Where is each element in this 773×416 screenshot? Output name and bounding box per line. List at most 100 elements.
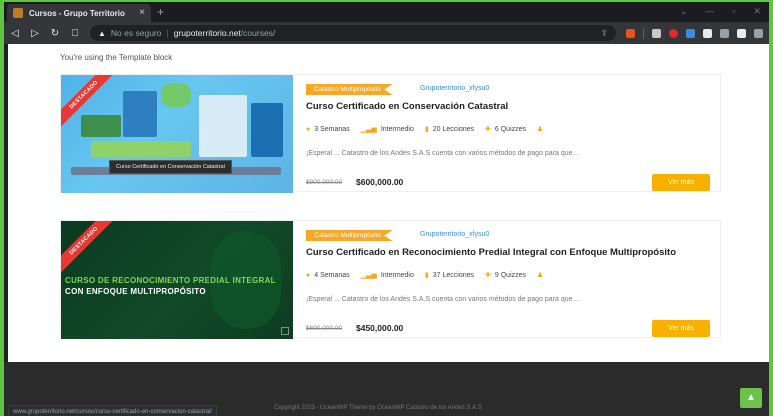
course-meta: ● 3 Semanas ▁▃▅ Intermedio ▮ 20 Lecciones ✚… (306, 125, 543, 134)
author-link[interactable]: Grupoterritorio_xfysu0 (420, 85, 489, 92)
city-illustration (199, 95, 247, 157)
puzzle-icon[interactable] (703, 28, 712, 38)
course-excerpt: ¡Esperal ... Catastro de los Andes S.A.S… (306, 150, 580, 157)
meta-lessons: ▮ 20 Lecciones (424, 125, 474, 134)
course-thumbnail[interactable]: DESTACADO ➤ Curso Certificado en Conserv… (61, 75, 293, 193)
course-info: Catastro Multipropósito Grupoterritorio_… (306, 221, 720, 339)
brave-shield-icon[interactable] (626, 28, 635, 38)
extension-icon[interactable] (652, 28, 661, 38)
url-path: /courses/ (240, 28, 276, 38)
course-meta: ● 4 Semanas ▁▃▅ Intermedio ▮ 37 Lecciones ✚… (306, 271, 543, 280)
city-illustration (81, 115, 121, 137)
page-content: You're using the Template block DESTACAD… (8, 44, 769, 362)
share-icon[interactable]: ⇪ (600, 28, 608, 39)
meta-students: ♟ (537, 125, 543, 133)
quizzes-value: 6 Quizzes (494, 125, 527, 133)
meta-lessons: ▮ 37 Lecciones (424, 271, 475, 280)
course-info: Catastro Multipropósito Grupoterritorio_… (306, 75, 720, 193)
level-bars-icon: ▁▃▅ (360, 272, 377, 279)
url-domain: grupoterritorio.net (173, 28, 241, 38)
level-bars-icon: ▁▃▅ (360, 126, 377, 133)
security-label: No es seguro (110, 28, 162, 38)
toolbar-divider (643, 27, 644, 39)
meta-duration: ● 4 Semanas (306, 272, 350, 279)
tab-strip: Cursos - Grupo Territorio × + ⌄ — ▫ ✕ (4, 2, 769, 22)
url-separator: | (166, 28, 169, 38)
tab-cursos[interactable]: Cursos - Grupo Territorio × (7, 4, 151, 22)
meta-quizzes: ✚ 6 Quizzes (485, 125, 527, 134)
tab-close-icon[interactable]: × (139, 8, 145, 18)
price-sale: $600,000.00 (356, 177, 404, 187)
course-excerpt: ¡Esperal ... Catastro de los Andes S.A.S… (306, 296, 580, 303)
city-illustration (251, 103, 283, 157)
promo-text: CURSO DE RECONOCIMIENTO PREDIAL INTEGRAL… (65, 275, 276, 297)
meta-quizzes: ✚ 9 Quizzes (485, 271, 527, 280)
course-title[interactable]: Curso Certificado en Conservación Catast… (306, 101, 508, 112)
watermark-icon (281, 327, 289, 335)
price-sale: $450,000.00 (356, 323, 404, 333)
new-tab-button[interactable]: + (157, 5, 164, 19)
restore-icon[interactable]: ▫ (732, 6, 735, 17)
promo-line: CURSO DE RECONOCIMIENTO PREDIAL INTEGRAL (65, 276, 276, 285)
clock-icon: ● (306, 125, 311, 133)
address-bar[interactable]: ▲ No es seguro | grupoterritorio.net/cou… (90, 25, 616, 41)
course-title[interactable]: Curso Certificado en Reconocimiento Pred… (306, 247, 676, 258)
template-note: You're using the Template block (60, 53, 173, 62)
quizzes-value: 9 Quizzes (494, 271, 527, 279)
city-illustration (161, 83, 191, 107)
back-icon[interactable]: ◁ (10, 28, 20, 39)
course-card: DESTACADO ➤ Curso Certificado en Conserv… (60, 74, 721, 193)
chevron-up-icon: ▲ (746, 392, 756, 403)
category-tag[interactable]: Catastro Multipropósito (306, 230, 393, 241)
level-value: Intermedio (380, 271, 414, 279)
meta-duration: ● 3 Semanas (306, 126, 350, 133)
lessons-value: 37 Lecciones (432, 271, 475, 279)
tab-title: Cursos - Grupo Territorio (29, 8, 125, 18)
meta-students: ♟ (537, 271, 543, 279)
clock-icon: ● (306, 271, 311, 279)
duration-value: 4 Semanas (314, 271, 350, 279)
footer-copyright: Copyright 2023 - OceanWP Theme by OceanW… (274, 405, 482, 411)
chevron-down-icon[interactable]: ⌄ (680, 6, 688, 17)
lessons-icon: ▮ (424, 272, 429, 279)
bookmark-icon[interactable]: ⎕ (70, 28, 80, 39)
browser-toolbar: ◁ ▷ ↻ ⎕ ▲ No es seguro | grupoterritorio… (4, 22, 769, 44)
course-card: DESTACADO CURSO DE RECONOCIMIENTO PREDIA… (60, 220, 721, 339)
city-illustration (91, 141, 191, 157)
translate-icon[interactable] (686, 28, 695, 38)
price-original: $900,000.00 (306, 179, 343, 186)
featured-badge: DESTACADO (61, 221, 121, 278)
forward-icon[interactable]: ▷ (30, 28, 40, 39)
status-bar-url: www.grupoterritorio.net/cursos/curso-cer… (8, 405, 218, 416)
wallet-icon[interactable] (737, 28, 746, 38)
favicon-icon (13, 8, 23, 18)
puzzle-icon: ✚ (485, 126, 491, 133)
author-link[interactable]: Grupoterritorio_xfysu0 (420, 231, 489, 238)
warning-triangle-icon: ▲ (98, 28, 106, 38)
meta-level: ▁▃▅ Intermedio (360, 271, 414, 280)
ver-mas-button[interactable]: Ver más (652, 174, 710, 191)
close-window-icon[interactable]: ✕ (753, 6, 761, 17)
lessons-icon: ▮ (424, 126, 429, 133)
puzzle-icon: ✚ (485, 272, 491, 279)
level-value: Intermedio (380, 125, 414, 133)
category-tag[interactable]: Catastro Multipropósito (306, 84, 393, 95)
menu-icon[interactable] (754, 28, 763, 38)
ver-mas-button[interactable]: Ver más (652, 320, 710, 337)
course-thumbnail[interactable]: DESTACADO CURSO DE RECONOCIMIENTO PREDIA… (61, 221, 293, 339)
price-original: $600,000.00 (306, 325, 343, 332)
user-icon: ♟ (537, 272, 544, 279)
pinterest-icon[interactable] (669, 28, 678, 38)
sidebar-icon[interactable] (720, 28, 729, 38)
minimize-icon[interactable]: — (705, 6, 714, 17)
extension-icons (626, 27, 763, 39)
scroll-to-top-button[interactable]: ▲ (740, 388, 762, 408)
user-icon: ♟ (537, 126, 544, 133)
promo-line: CON ENFOQUE MULTIPROPÓSITO (65, 287, 206, 296)
title-tooltip: Curso Certificado en Conservación Catast… (109, 160, 232, 174)
browser-window: Cursos - Grupo Territorio × + ⌄ — ▫ ✕ ◁ … (4, 2, 769, 416)
city-illustration (123, 91, 157, 137)
duration-value: 3 Semanas (314, 125, 350, 133)
page-viewport: You're using the Template block DESTACAD… (4, 44, 769, 416)
reload-icon[interactable]: ↻ (50, 28, 60, 39)
